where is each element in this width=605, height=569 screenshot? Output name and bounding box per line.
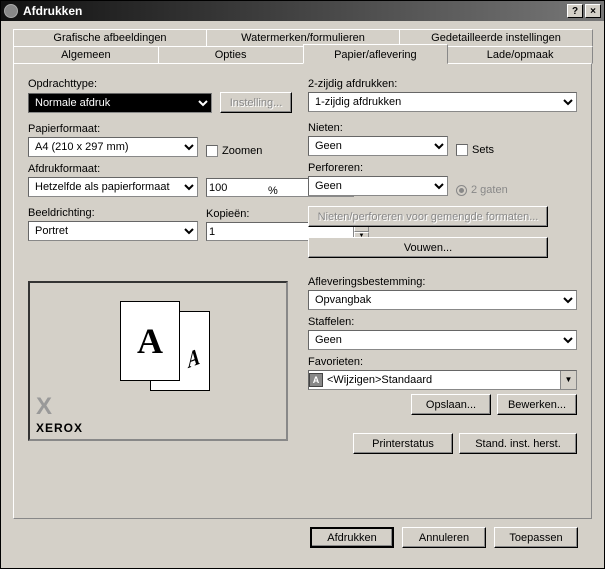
reset-defaults-button[interactable]: Stand. inst. herst. <box>459 433 577 454</box>
collate-select[interactable]: Geen <box>308 330 577 350</box>
output-select[interactable]: Opvangbak <box>308 290 577 310</box>
title-bar: Afdrukken ? × <box>1 1 604 21</box>
paper-size-select[interactable]: A4 (210 x 297 mm) <box>28 137 198 157</box>
job-type-select[interactable]: Normale afdruk <box>28 93 212 113</box>
settings-button: Instelling... <box>220 92 292 113</box>
output-label: Afleveringsbestemming: <box>308 276 577 288</box>
window-title: Afdrukken <box>23 4 565 18</box>
app-icon <box>4 4 18 18</box>
print-size-label: Afdrukformaat: <box>28 163 292 175</box>
favorites-value: <Wijzigen>Standaard <box>323 374 560 386</box>
xerox-x-icon: X <box>36 393 83 421</box>
preview-page-front: A <box>120 301 180 381</box>
save-favorite-button[interactable]: Opslaan... <box>411 394 491 415</box>
tab-panel: Opdrachttype: Normale afdruk Instelling.… <box>13 63 592 519</box>
two-sided-label: 2-zijdig afdrukken: <box>308 78 577 90</box>
mixed-staple-button: Nieten/perforeren voor gemengde formaten… <box>308 206 548 227</box>
favorite-icon: A <box>309 373 323 387</box>
sets-checkbox[interactable]: Sets <box>456 144 494 156</box>
holes-radio: 2 gaten <box>456 184 508 196</box>
brand-logo: X XEROX <box>36 393 83 435</box>
tab-tray-layout[interactable]: Lade/opmaak <box>447 46 593 64</box>
percent-label: % <box>268 185 278 197</box>
job-type-label: Opdrachttype: <box>28 78 292 90</box>
zoom-label: Zoomen <box>222 145 262 157</box>
staple-select[interactable]: Geen <box>308 136 448 156</box>
punch-select[interactable]: Geen <box>308 176 448 196</box>
orientation-label: Beeldrichting: <box>28 207 198 219</box>
paper-size-label: Papierformaat: <box>28 123 292 135</box>
collate-label: Staffelen: <box>308 316 577 328</box>
help-button[interactable]: ? <box>567 4 583 18</box>
holes-label: 2 gaten <box>471 184 508 196</box>
favorites-dropdown-button[interactable]: ▼ <box>560 371 576 389</box>
zoom-checkbox[interactable]: Zoomen <box>206 145 262 157</box>
staple-label: Nieten: <box>308 122 577 134</box>
print-size-select[interactable]: Hetzelfde als papierformaat <box>28 177 198 197</box>
tab-graphics[interactable]: Grafische afbeeldingen <box>13 29 207 47</box>
tab-paper-output[interactable]: Papier/aflevering <box>303 44 449 64</box>
sets-label: Sets <box>472 144 494 156</box>
orientation-select[interactable]: Portret <box>28 221 198 241</box>
two-sided-select[interactable]: 1-zijdig afdrukken <box>308 92 577 112</box>
close-button[interactable]: × <box>585 4 601 18</box>
fold-button[interactable]: Vouwen... <box>308 237 548 258</box>
punch-label: Perforeren: <box>308 162 577 174</box>
edit-favorite-button[interactable]: Bewerken... <box>497 394 577 415</box>
tab-options[interactable]: Opties <box>158 46 304 64</box>
preview-pane: A A X XEROX <box>28 281 288 441</box>
favorites-label: Favorieten: <box>308 356 577 368</box>
printer-status-button[interactable]: Printerstatus <box>353 433 453 454</box>
tab-general[interactable]: Algemeen <box>13 46 159 64</box>
